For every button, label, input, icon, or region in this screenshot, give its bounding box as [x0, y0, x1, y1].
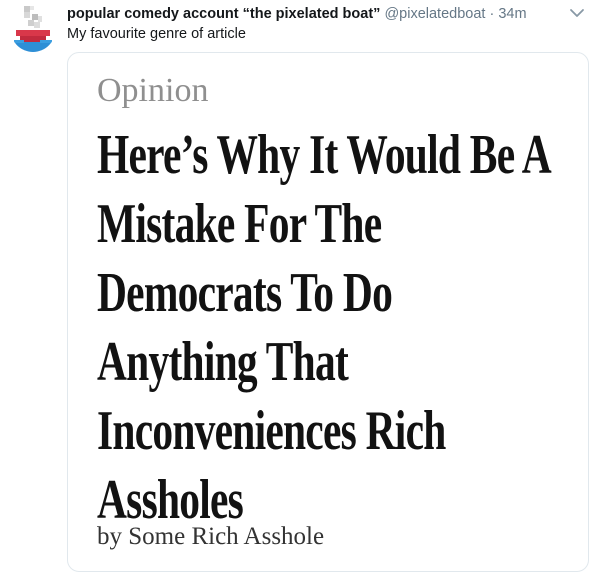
article-kicker: Opinion [97, 72, 209, 109]
pixelated-boat-icon [10, 6, 56, 52]
article-headline: Here’s Why It Would Be A Mistake For The… [97, 121, 587, 535]
tweet-header: popular comedy account “the pixelated bo… [67, 5, 567, 23]
tweet-text: My favourite genre of article [67, 26, 246, 42]
article-byline: by Some Rich Asshole [97, 523, 325, 550]
headline-line: Here’s Why It Would Be A [97, 124, 552, 186]
separator-dot: · [489, 6, 495, 22]
headline-line: Democrats To Do [97, 262, 393, 324]
tweet-menu-button[interactable] [568, 6, 586, 20]
headline-line: Anything That [97, 331, 349, 393]
display-name[interactable]: popular comedy account “the pixelated bo… [67, 6, 380, 22]
tweet: popular comedy account “the pixelated bo… [0, 0, 600, 579]
chevron-down-icon [570, 9, 584, 17]
headline-line: Mistake For The [97, 193, 382, 255]
user-handle[interactable]: @pixelatedboat [384, 6, 485, 22]
article-card[interactable]: Opinion Here’s Why It Would Be A Mistake… [67, 52, 589, 572]
headline-line: Inconveniences Rich [97, 400, 446, 462]
timestamp[interactable]: 34m [498, 6, 526, 22]
avatar[interactable] [10, 4, 56, 52]
